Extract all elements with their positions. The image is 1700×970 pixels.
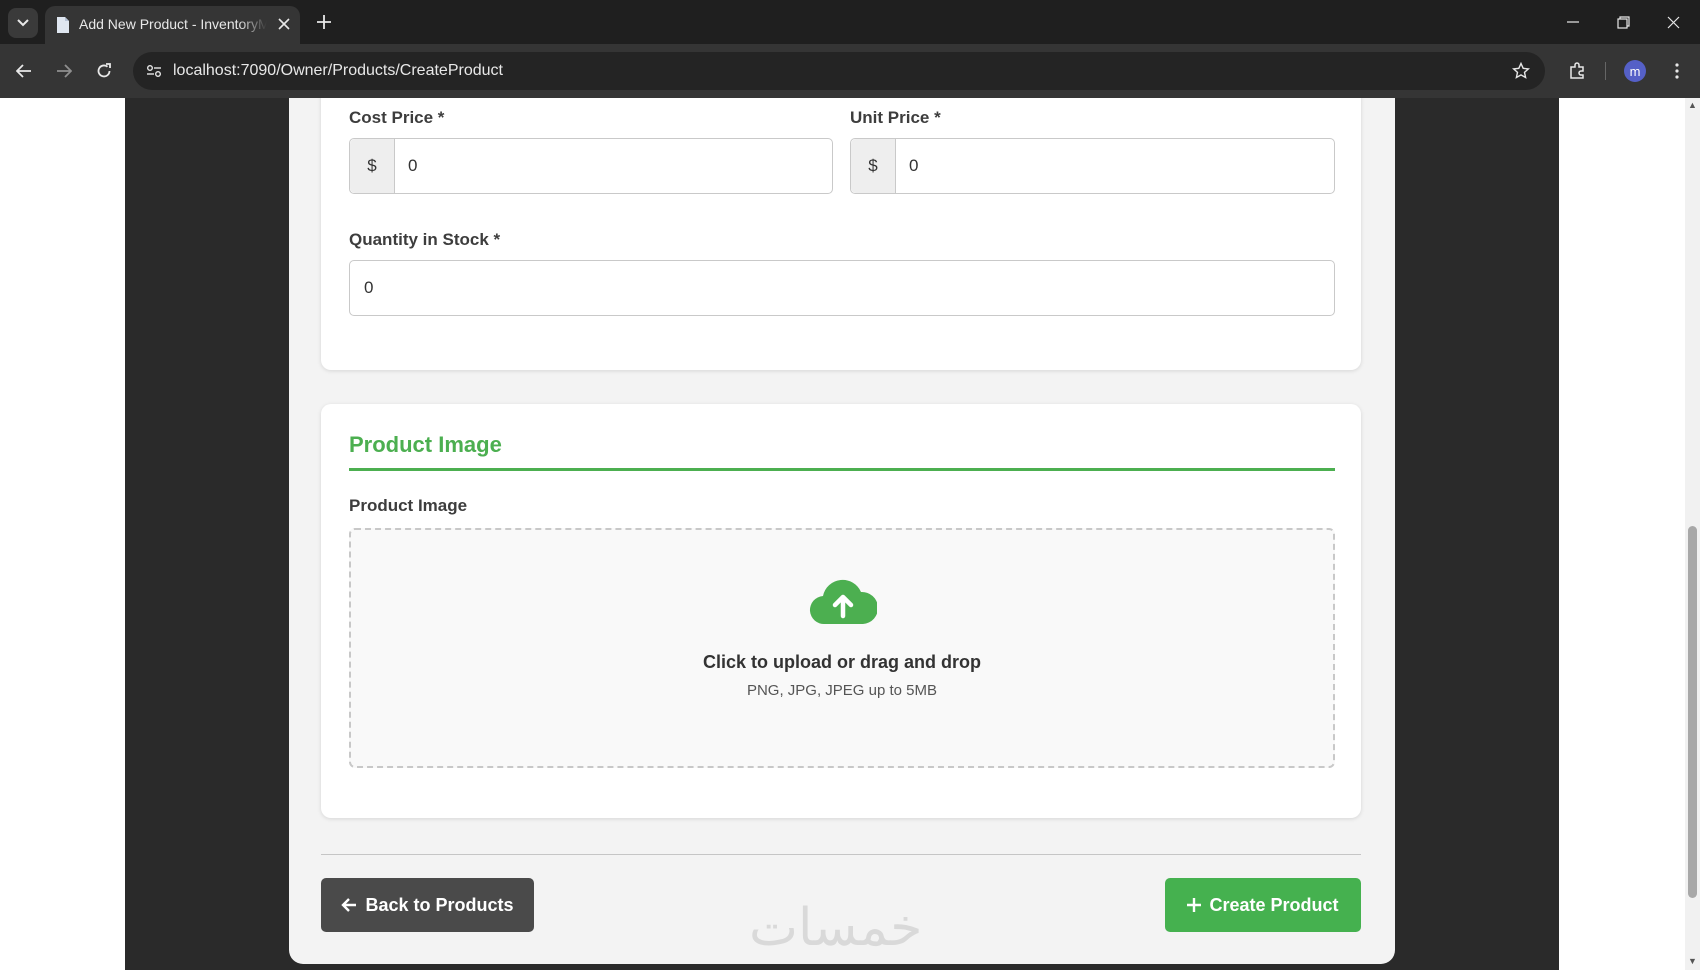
create-button-label: Create Product [1209, 894, 1339, 915]
quantity-label: Quantity in Stock * [349, 230, 501, 249]
menu-dots-icon[interactable] [1664, 58, 1690, 84]
watermark-logo: خمسات [749, 898, 923, 958]
back-to-products-button[interactable]: Back to Products [321, 878, 534, 932]
upload-instruction: Click to upload or drag and drop [702, 652, 981, 672]
image-upload-dropzone[interactable]: Click to upload or drag and drop PNG, JP… [349, 528, 1335, 768]
arrow-left-icon [341, 898, 357, 912]
browser-tab[interactable]: Add New Product - InventoryMgmt [45, 6, 300, 44]
page-viewport: Cost Price * $ Unit Price * $ Quantity i… [0, 98, 1700, 970]
unit-price-field: $ [850, 138, 1335, 194]
cost-price-currency: $ [350, 139, 395, 193]
page-scrollbar[interactable]: ▲ ▼ [1685, 98, 1700, 970]
reload-icon[interactable] [90, 57, 118, 85]
toolbar-separator [1605, 62, 1606, 80]
scroll-down-icon[interactable]: ▼ [1687, 956, 1698, 966]
tab-search-button[interactable] [8, 8, 38, 38]
back-arrow-icon[interactable] [10, 57, 38, 85]
bookmark-star-icon[interactable] [1509, 59, 1533, 83]
section-title: Product Image [349, 432, 502, 457]
chevron-down-icon [17, 19, 29, 27]
unit-price-label: Unit Price * [850, 108, 941, 127]
restore-icon[interactable] [1608, 8, 1638, 36]
new-tab-icon[interactable] [312, 10, 336, 34]
create-product-button[interactable]: Create Product [1165, 878, 1361, 932]
close-window-icon[interactable] [1658, 8, 1688, 36]
pricing-card: Cost Price * $ Unit Price * $ Quantity i… [321, 98, 1361, 370]
url-text[interactable]: localhost:7090/Owner/Products/CreateProd… [173, 62, 503, 80]
browser-toolbar: localhost:7090/Owner/Products/CreateProd… [0, 44, 1700, 98]
browser-tab-strip: Add New Product - InventoryMgmt [0, 0, 1700, 44]
cloud-upload-icon [809, 576, 879, 626]
upload-hint: PNG, JPG, JPEG up to 5MB [746, 682, 938, 699]
unit-price-currency: $ [851, 139, 896, 193]
actions-divider [321, 854, 1361, 855]
extensions-icon[interactable] [1564, 58, 1590, 84]
forward-arrow-icon[interactable] [50, 57, 78, 85]
site-info-icon[interactable] [143, 61, 165, 81]
address-bar[interactable]: localhost:7090/Owner/Products/CreateProd… [133, 52, 1545, 90]
product-image-card: Product Image Product Image Click to upl… [321, 404, 1361, 818]
scrollbar-thumb[interactable] [1688, 526, 1697, 898]
profile-avatar[interactable]: m [1624, 60, 1646, 82]
quantity-input[interactable] [349, 260, 1335, 316]
back-button-label: Back to Products [365, 894, 514, 915]
scroll-up-icon[interactable]: ▲ [1687, 100, 1698, 110]
page-icon [57, 17, 69, 33]
tab-close-icon[interactable] [273, 13, 295, 35]
section-divider [349, 468, 1335, 471]
tab-title: Add New Product - InventoryMgmt [79, 16, 267, 32]
cost-price-input[interactable] [394, 139, 832, 193]
cost-price-field: $ [349, 138, 833, 194]
form-container: Cost Price * $ Unit Price * $ Quantity i… [289, 98, 1395, 964]
plus-icon [1187, 898, 1202, 912]
cost-price-label: Cost Price * [349, 108, 445, 127]
minimize-icon[interactable] [1558, 8, 1588, 36]
product-image-label: Product Image [349, 496, 468, 515]
unit-price-input[interactable] [895, 139, 1334, 193]
